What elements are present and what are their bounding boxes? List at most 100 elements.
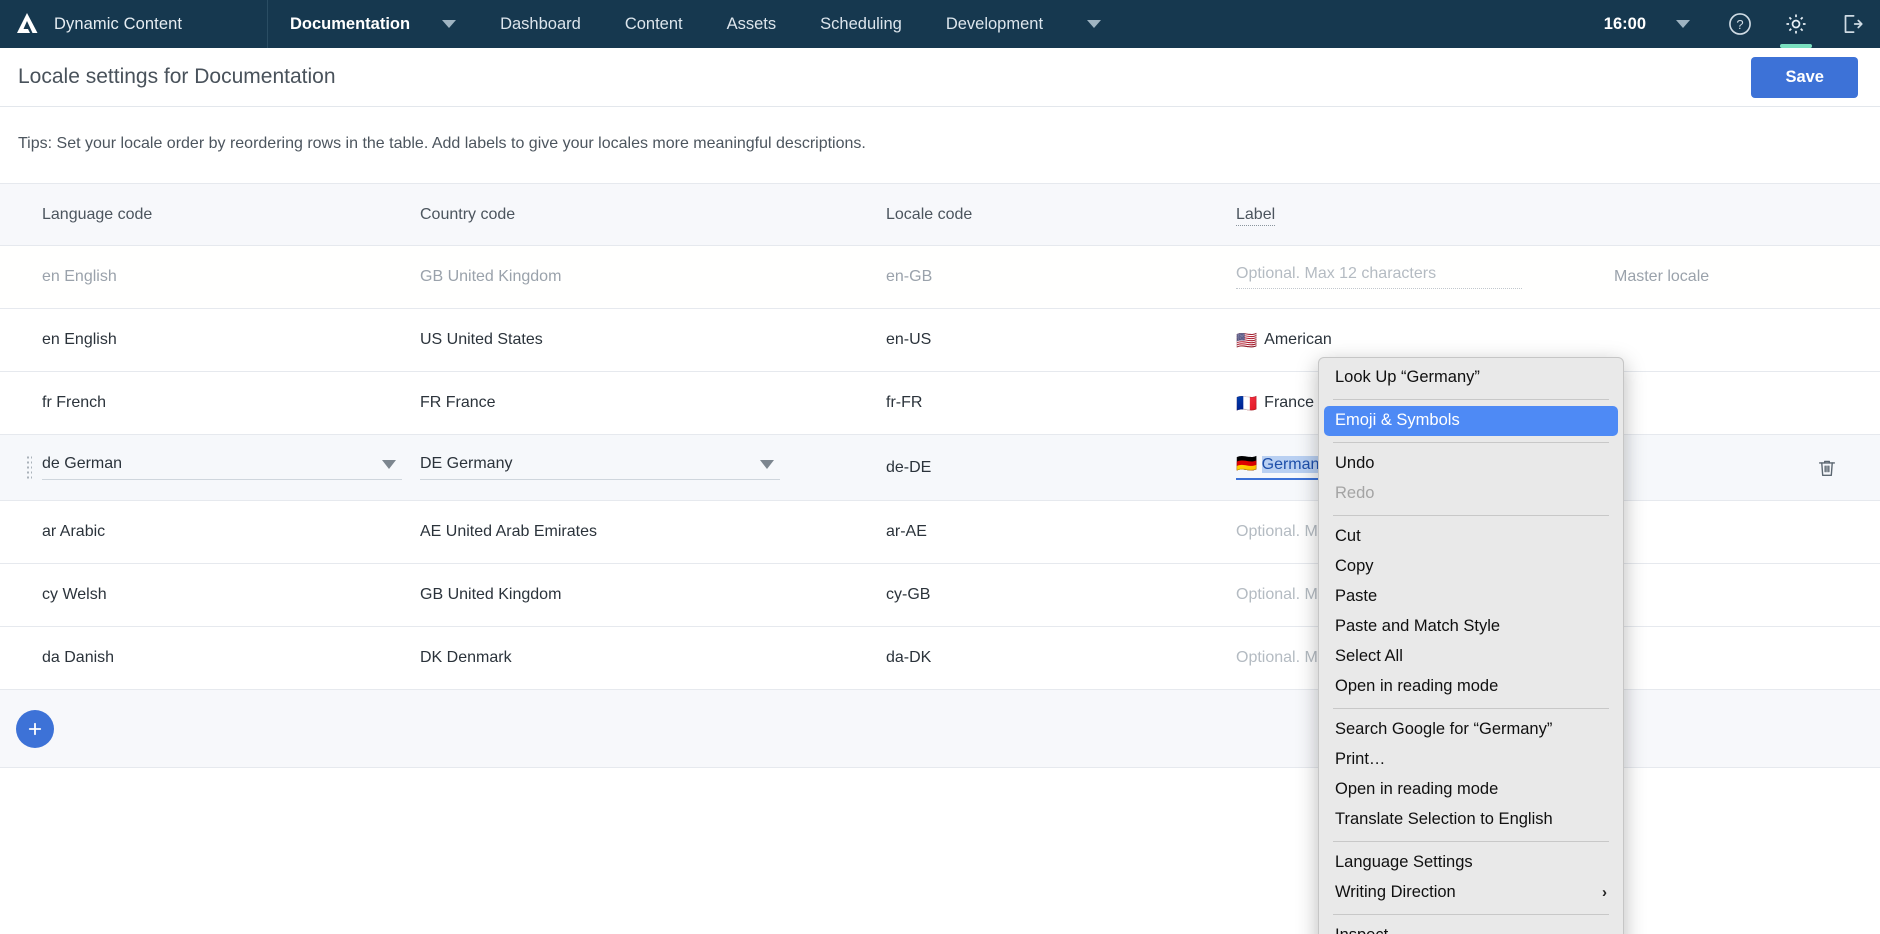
- cell-language-code[interactable]: de German: [0, 435, 408, 501]
- cell-country-code: US United States: [420, 331, 543, 348]
- cell-country-code: AE United Arab Emirates: [420, 523, 597, 540]
- column-header-actions: [1608, 184, 1880, 246]
- context-menu-separator: [1333, 841, 1609, 842]
- chevron-down-icon: [382, 459, 396, 469]
- language-code-select[interactable]: de German: [42, 455, 402, 480]
- context-menu-item-open-in-reading-mode[interactable]: Open in reading mode: [1319, 672, 1623, 702]
- context-menu-item-translate-selection[interactable]: Translate Selection to English: [1319, 805, 1623, 835]
- nav-label: Documentation: [290, 14, 411, 33]
- drag-handle-icon[interactable]: [26, 454, 32, 481]
- context-menu-separator: [1333, 708, 1609, 709]
- column-header-label: Label: [1228, 184, 1608, 246]
- cell-locale-code: da-DK: [886, 649, 932, 666]
- nav-item-documentation[interactable]: Documentation: [268, 0, 420, 48]
- amplience-logo-icon: [14, 11, 40, 37]
- context-menu-separator: [1333, 442, 1609, 443]
- svg-text:?: ?: [1736, 17, 1743, 32]
- cell-locale-code: fr-FR: [886, 394, 923, 411]
- cell-locale-code: de-DE: [886, 458, 932, 476]
- cell-locale-code: ar-AE: [886, 523, 927, 540]
- context-menu-item-look-up[interactable]: Look Up “Germany”: [1319, 363, 1623, 393]
- clock-display: 16:00: [1603, 14, 1646, 33]
- plus-icon: [28, 722, 42, 735]
- context-menu-separator: [1333, 399, 1609, 400]
- logout-icon: [1844, 15, 1863, 33]
- top-navigation-bar: Dynamic Content Documentation Dashboard …: [0, 0, 1880, 48]
- page-title: Locale settings for Documentation: [18, 65, 336, 88]
- tips-text: Tips: Set your locale order by reorderin…: [18, 135, 866, 152]
- cell-language-code: ar Arabic: [42, 523, 106, 540]
- country-code-select[interactable]: DE Germany: [420, 455, 780, 480]
- nav-item-development[interactable]: Development: [924, 0, 1065, 48]
- column-header-label-text: Label: [1236, 205, 1276, 226]
- cell-country-code[interactable]: DE Germany: [408, 435, 876, 501]
- nav-label: Dashboard: [500, 14, 581, 33]
- context-menu-item-emoji-symbols[interactable]: Emoji & Symbols: [1324, 406, 1618, 436]
- nav-label: Assets: [726, 14, 777, 33]
- nav-item-dashboard[interactable]: Dashboard: [478, 0, 603, 48]
- cell-status: [1608, 564, 1880, 627]
- nav-item-assets[interactable]: Assets: [705, 0, 799, 48]
- flag-icon: 🇩🇪: [1236, 454, 1258, 473]
- context-menu-item-undo[interactable]: Undo: [1319, 449, 1623, 479]
- cell-status: [1608, 627, 1880, 690]
- context-menu-item-writing-direction[interactable]: Writing Direction ›: [1319, 878, 1623, 908]
- add-locale-button[interactable]: [16, 709, 54, 748]
- context-menu-item-copy[interactable]: Copy: [1319, 552, 1623, 582]
- logout-button[interactable]: [1824, 0, 1880, 48]
- context-menu-item-paste-and-match-style[interactable]: Paste and Match Style: [1319, 612, 1623, 642]
- cell-label[interactable]: Optional. Max 12 characters: [1228, 246, 1608, 309]
- nav-item-scheduling[interactable]: Scheduling: [798, 0, 924, 48]
- chevron-down-icon: [1087, 20, 1102, 28]
- table-row: en English GB United Kingdom en-GB Optio…: [0, 245, 1880, 309]
- nav-label: Scheduling: [820, 14, 902, 33]
- context-menu-item-cut[interactable]: Cut: [1319, 522, 1623, 552]
- cell-country-code: GB United Kingdom: [420, 268, 562, 285]
- column-header-country-code: Country code: [420, 205, 516, 223]
- flag-icon: 🇺🇸: [1236, 330, 1258, 350]
- cell-language-code: cy Welsh: [42, 586, 107, 603]
- label-value: France: [1264, 394, 1314, 411]
- page-header: Locale settings for Documentation Save: [0, 48, 1880, 107]
- cell-language-code: en English: [42, 331, 117, 348]
- cell-status: [1608, 372, 1880, 435]
- brand-area[interactable]: Dynamic Content: [0, 0, 268, 48]
- save-button[interactable]: Save: [1751, 56, 1858, 98]
- context-menu-item-search-google[interactable]: Search Google for “Germany”: [1319, 715, 1623, 745]
- chevron-down-icon: [760, 459, 774, 469]
- nav-item-content[interactable]: Content: [603, 0, 705, 48]
- brand-title: Dynamic Content: [54, 14, 183, 33]
- chevron-down-icon: [442, 20, 457, 28]
- development-dropdown-button[interactable]: [1065, 0, 1123, 48]
- cell-status: [1608, 309, 1880, 372]
- gear-icon: [1786, 14, 1806, 34]
- context-menu-item-open-in-reading-mode-2[interactable]: Open in reading mode: [1319, 775, 1623, 805]
- language-code-value: de German: [42, 455, 123, 472]
- context-menu-item-print[interactable]: Print…: [1319, 745, 1623, 775]
- cell-language-code: da Danish: [42, 649, 115, 666]
- cell-actions: [1608, 435, 1880, 501]
- cell-language-code: fr French: [42, 394, 107, 411]
- context-menu-item-paste[interactable]: Paste: [1319, 582, 1623, 612]
- context-menu-item-label: Writing Direction: [1335, 883, 1456, 901]
- flag-icon: 🇫🇷: [1236, 393, 1258, 413]
- help-circle-icon: ?: [1729, 13, 1751, 35]
- context-menu: Look Up “Germany” Emoji & Symbols Undo R…: [1318, 357, 1624, 934]
- cell-country-code: FR France: [420, 394, 496, 411]
- timezone-dropdown-button[interactable]: [1654, 0, 1712, 48]
- cell-country-code: GB United Kingdom: [420, 586, 562, 603]
- context-menu-item-select-all[interactable]: Select All: [1319, 642, 1623, 672]
- context-menu-item-redo: Redo: [1335, 484, 1375, 502]
- chevron-right-icon: ›: [1602, 884, 1607, 901]
- context-menu-item-language-settings[interactable]: Language Settings: [1319, 848, 1623, 878]
- delete-row-button[interactable]: [1608, 457, 1880, 479]
- help-button[interactable]: ?: [1712, 0, 1768, 48]
- label-value: American: [1264, 331, 1332, 348]
- country-code-value: DE Germany: [420, 455, 513, 472]
- nav-label: Development: [945, 14, 1044, 33]
- context-menu-item-inspect[interactable]: Inspect: [1319, 921, 1623, 934]
- settings-button[interactable]: [1768, 0, 1824, 48]
- documentation-dropdown-button[interactable]: [420, 0, 478, 48]
- cell-locale-code: en-US: [886, 331, 932, 348]
